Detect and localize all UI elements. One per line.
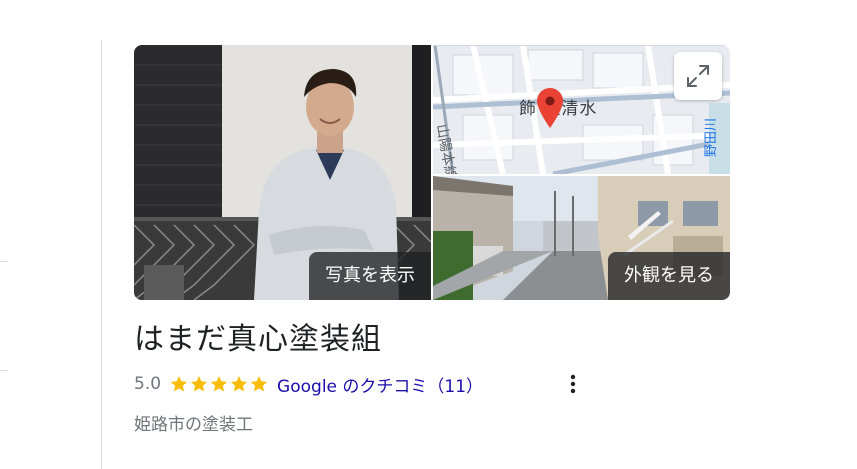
show-photos-label[interactable]: 写真を表示 (309, 252, 431, 300)
more-options-button[interactable] (562, 371, 584, 397)
map-river-label: 野田川 (704, 118, 719, 157)
photo-main[interactable]: 写真を表示 (134, 45, 431, 300)
star-icon (210, 376, 228, 392)
divider (0, 370, 8, 371)
business-name: はまだ真心塗装組 (134, 322, 382, 357)
expand-map-button[interactable] (674, 52, 722, 100)
knowledge-panel: 写真を表示 山陽本線 野田川 飾 区清水 外観を見る はまだ真心塗装組 5.0 … (0, 0, 857, 469)
expand-icon (687, 65, 709, 87)
rating-row: 5.0 Google のクチコミ（11） (134, 371, 483, 397)
star-icon (170, 376, 188, 392)
star-icon (250, 376, 268, 392)
map-pin-icon (537, 88, 563, 128)
more-vert-icon (570, 374, 576, 394)
divider (101, 40, 102, 469)
map-tile[interactable]: 山陽本線 野田川 飾 区清水 (433, 45, 730, 174)
star-icon (230, 376, 248, 392)
divider (0, 261, 8, 262)
star-icon (190, 376, 208, 392)
street-view-tile[interactable]: 外観を見る (433, 176, 730, 300)
rating-value: 5.0 (134, 374, 162, 394)
star-rating (169, 374, 269, 394)
see-exterior-label[interactable]: 外観を見る (608, 252, 730, 300)
business-category: 姫路市の塗装工 (134, 415, 253, 435)
google-reviews-link[interactable]: Google のクチコミ（11） (277, 372, 483, 397)
